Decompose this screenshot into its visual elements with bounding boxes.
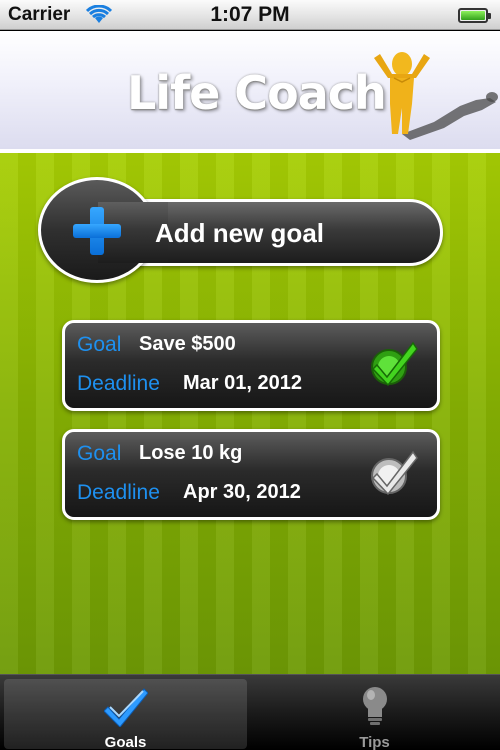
goal-key-label: Goal [77,333,122,356]
goal-card[interactable]: Goal Lose 10 kg Deadline Apr 30, 2012 [62,429,440,520]
tab-tips-label: Tips [359,734,390,750]
tab-goals[interactable]: Goals [4,679,247,750]
deadline-value: Apr 30, 2012 [183,481,301,503]
goal-value: Lose 10 kg [139,442,243,464]
incomplete-check-icon[interactable] [367,446,419,498]
add-goal-button[interactable]: Add new goal [38,177,443,283]
add-goal-label: Add new goal [155,218,324,248]
goal-value: Save $500 [139,333,236,355]
status-bar: Carrier 1:07 PM [0,0,500,30]
goal-key-label: Goal [77,442,122,465]
status-time: 1:07 PM [210,3,290,26]
main-content: Add new goal Goal Save $500 Deadline Mar… [0,153,500,674]
tab-goals-label: Goals [104,734,147,750]
life-coach-figure-logo [374,52,498,140]
plus-icon [73,207,121,255]
lightbulb-icon [362,687,387,725]
deadline-key-label: Deadline [77,372,160,395]
deadline-value: Mar 01, 2012 [183,372,302,394]
checkmark-icon [103,688,148,727]
tab-bar: Goals Tips [0,674,500,750]
tab-tips[interactable]: Tips [253,679,496,750]
completed-check-icon[interactable] [367,337,419,389]
deadline-key-label: Deadline [77,481,160,504]
battery-icon [458,8,491,23]
app-title: Life Coach [127,66,387,120]
goal-card[interactable]: Goal Save $500 Deadline Mar 01, 2012 [62,320,440,411]
